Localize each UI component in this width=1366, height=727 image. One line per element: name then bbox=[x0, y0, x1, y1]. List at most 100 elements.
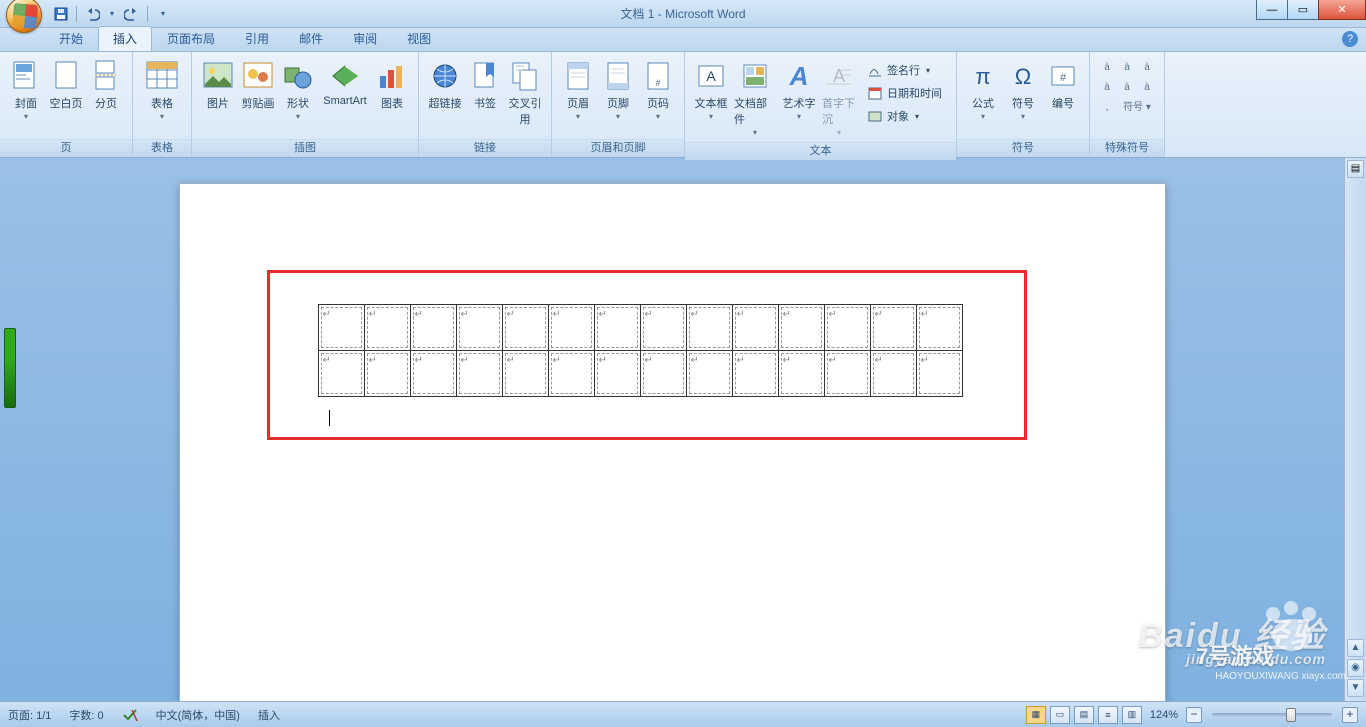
view-fullscreen-icon[interactable]: ▭ bbox=[1050, 706, 1070, 724]
close-button[interactable]: ✕ bbox=[1318, 0, 1366, 20]
object-button[interactable]: 对象▾ bbox=[863, 105, 946, 127]
tab-references[interactable]: 引用 bbox=[230, 26, 284, 51]
browse-object-icon[interactable]: ◉ bbox=[1347, 659, 1364, 677]
undo-more-icon[interactable]: ▾ bbox=[107, 5, 117, 23]
signature-icon bbox=[867, 62, 883, 78]
view-printlayout-icon[interactable]: ▦ bbox=[1026, 706, 1046, 724]
qat-customize-icon[interactable]: ▾ bbox=[154, 5, 172, 23]
prev-page-icon[interactable]: ▲ bbox=[1347, 639, 1364, 657]
number-button[interactable]: # 编号 bbox=[1043, 57, 1083, 114]
zoom-level[interactable]: 124% bbox=[1150, 709, 1178, 721]
status-words[interactable]: 字数: 0 bbox=[69, 707, 103, 723]
view-weblayout-icon[interactable]: ▤ bbox=[1074, 706, 1094, 724]
object-icon bbox=[867, 108, 883, 124]
window-title: 文档 1 - Microsoft Word bbox=[0, 5, 1366, 22]
document-table[interactable] bbox=[318, 304, 963, 397]
group-table: 表格▾ 表格 bbox=[133, 52, 192, 157]
tab-pagelayout[interactable]: 页面布局 bbox=[152, 26, 230, 51]
textbox-button[interactable]: A 文本框▾ bbox=[691, 57, 731, 124]
signature-button[interactable]: 签名行▾ bbox=[863, 59, 946, 81]
ribbon: 封面▾ 空白页 分页 页 表格▾ 表格 图片 bbox=[0, 52, 1366, 158]
footer-button[interactable]: 页脚▾ bbox=[598, 57, 638, 124]
view-draft-icon[interactable]: ▥ bbox=[1122, 706, 1142, 724]
status-language[interactable]: 中文(简体，中国) bbox=[156, 707, 240, 723]
chart-icon bbox=[376, 60, 408, 92]
tab-view[interactable]: 视图 bbox=[392, 26, 446, 51]
wordart-button[interactable]: A 艺术字▾ bbox=[779, 57, 819, 124]
special-more[interactable]: 符号 ▾ bbox=[1118, 99, 1156, 117]
text-cursor bbox=[329, 410, 330, 426]
help-icon[interactable]: ? bbox=[1342, 31, 1358, 47]
tab-review[interactable]: 审阅 bbox=[338, 26, 392, 51]
status-bar: 页面: 1/1 字数: 0 中文(简体，中国) 插入 ▦ ▭ ▤ ≡ ▥ 124… bbox=[0, 701, 1366, 727]
undo-icon[interactable] bbox=[83, 5, 101, 23]
cover-page-icon bbox=[10, 60, 42, 92]
group-headerfooter: 页眉▾ 页脚▾ # 页码▾ 页眉和页脚 bbox=[552, 52, 685, 157]
group-illustrations: 图片 剪贴画 形状▾ SmartArt 图表 插图 bbox=[192, 52, 419, 157]
window-controls: — ▭ ✕ bbox=[1257, 0, 1366, 20]
header-icon bbox=[562, 60, 594, 92]
proofing-icon[interactable] bbox=[122, 708, 138, 722]
svg-text:A: A bbox=[789, 61, 809, 91]
zoom-thumb[interactable] bbox=[1286, 708, 1296, 722]
view-outline-icon[interactable]: ≡ bbox=[1098, 706, 1118, 724]
quickparts-button[interactable]: 文档部件▾ bbox=[731, 57, 779, 140]
maximize-button[interactable]: ▭ bbox=[1287, 0, 1319, 20]
watermark-game: 7号游戏 HAOYOUXIWANG xiayx.com bbox=[1196, 639, 1346, 699]
group-text: A 文本框▾ 文档部件▾ A 艺术字▾ A 首字下沉▾ 签名行▾ 日期和时间 对… bbox=[685, 52, 957, 157]
status-right: ▦ ▭ ▤ ≡ ▥ 124% − + bbox=[1026, 706, 1358, 724]
quick-access-toolbar: ▾ ▾ bbox=[52, 0, 172, 27]
bookmark-button[interactable]: 书签 bbox=[465, 57, 505, 114]
office-button[interactable] bbox=[6, 0, 42, 33]
datetime-icon bbox=[867, 85, 883, 101]
vertical-scrollbar[interactable]: ▤ ▲ ◉ ▼ bbox=[1344, 158, 1366, 701]
redo-icon[interactable] bbox=[123, 5, 141, 23]
hyperlink-button[interactable]: 超链接 bbox=[425, 57, 465, 114]
group-pages: 封面▾ 空白页 分页 页 bbox=[0, 52, 133, 157]
tab-insert[interactable]: 插入 bbox=[98, 26, 152, 51]
dropcap-button[interactable]: A 首字下沉▾ bbox=[819, 57, 859, 140]
chart-button[interactable]: 图表 bbox=[372, 57, 412, 114]
pagenumber-button[interactable]: # 页码▾ bbox=[638, 57, 678, 124]
blank-page-button[interactable]: 空白页 bbox=[46, 57, 86, 114]
audio-level-meter bbox=[4, 328, 16, 408]
blank-page-icon bbox=[50, 60, 82, 92]
quickparts-icon bbox=[739, 60, 771, 92]
bookmark-icon bbox=[469, 60, 501, 92]
picture-button[interactable]: 图片 bbox=[198, 57, 238, 114]
ruler-toggle-icon[interactable]: ▤ bbox=[1347, 160, 1364, 178]
crossref-button[interactable]: 交叉引用 bbox=[505, 57, 545, 130]
tab-mailings[interactable]: 邮件 bbox=[284, 26, 338, 51]
equation-icon: π bbox=[967, 60, 999, 92]
symbol-button[interactable]: Ω 符号▾ bbox=[1003, 57, 1043, 124]
smartart-icon bbox=[329, 60, 361, 92]
status-page[interactable]: 页面: 1/1 bbox=[8, 707, 51, 723]
shapes-button[interactable]: 形状▾ bbox=[278, 57, 318, 124]
next-page-icon[interactable]: ▼ bbox=[1347, 679, 1364, 697]
cover-page-button[interactable]: 封面▾ bbox=[6, 57, 46, 124]
shapes-icon bbox=[282, 60, 314, 92]
hyperlink-icon bbox=[429, 60, 461, 92]
zoom-out-button[interactable]: − bbox=[1186, 707, 1202, 723]
smartart-button[interactable]: SmartArt bbox=[318, 57, 372, 110]
page-break-icon bbox=[90, 60, 122, 92]
header-button[interactable]: 页眉▾ bbox=[558, 57, 598, 124]
table-icon bbox=[146, 60, 178, 92]
minimize-button[interactable]: — bbox=[1256, 0, 1288, 20]
table-button[interactable]: 表格▾ bbox=[139, 57, 185, 124]
special-symbol-grid[interactable]: à à à à à à , 符号 ▾ bbox=[1096, 57, 1158, 119]
pagenum-icon: # bbox=[642, 60, 674, 92]
page[interactable] bbox=[179, 183, 1166, 701]
tab-home[interactable]: 开始 bbox=[44, 26, 98, 51]
page-break-button[interactable]: 分页 bbox=[86, 57, 126, 114]
save-icon[interactable] bbox=[52, 5, 70, 23]
clipart-icon bbox=[242, 60, 274, 92]
zoom-in-button[interactable]: + bbox=[1342, 707, 1358, 723]
group-special-symbols: à à à à à à , 符号 ▾ 特殊符号 bbox=[1090, 52, 1165, 157]
status-mode[interactable]: 插入 bbox=[258, 707, 280, 723]
svg-text:Ω: Ω bbox=[1015, 64, 1031, 89]
zoom-slider[interactable] bbox=[1212, 713, 1332, 717]
clipart-button[interactable]: 剪贴画 bbox=[238, 57, 278, 114]
equation-button[interactable]: π 公式▾ bbox=[963, 57, 1003, 124]
datetime-button[interactable]: 日期和时间 bbox=[863, 82, 946, 104]
